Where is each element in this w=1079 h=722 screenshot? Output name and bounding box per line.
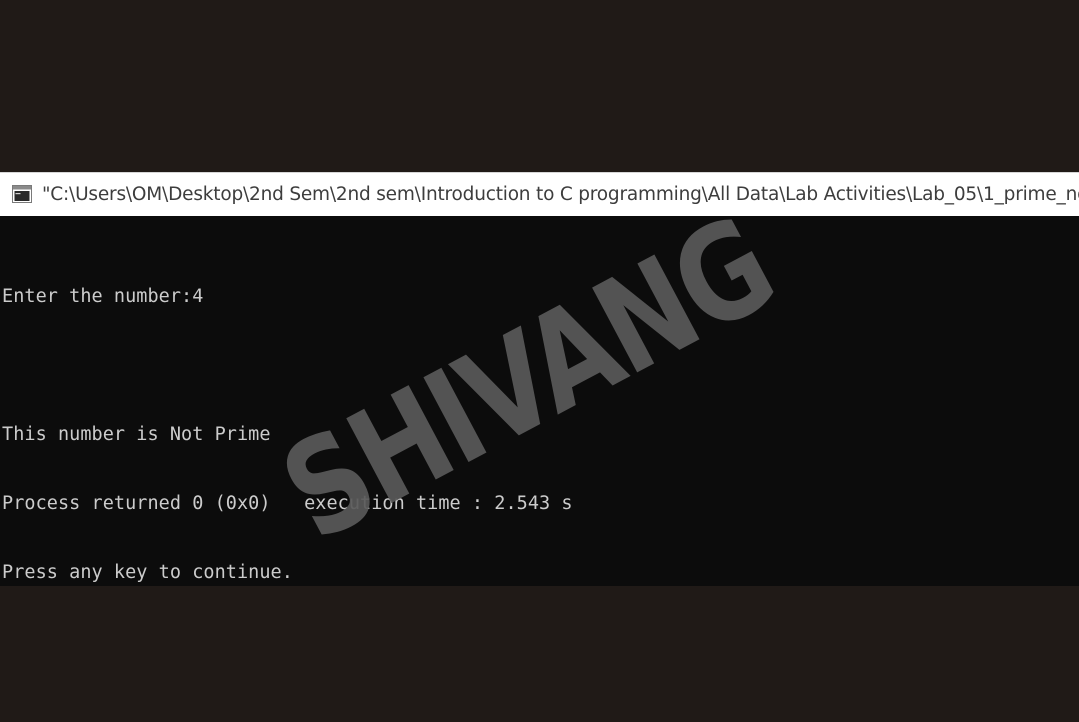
console-line: Enter the number:4 xyxy=(2,286,204,307)
console-output[interactable]: Enter the number:4 This number is Not Pr… xyxy=(2,216,1079,586)
console-line: This number is Not Prime xyxy=(2,424,271,445)
console-window: "C:\Users\OM\Desktop\2nd Sem\2nd sem\Int… xyxy=(0,172,1079,586)
window-title: "C:\Users\OM\Desktop\2nd Sem\2nd sem\Int… xyxy=(42,184,1079,205)
console-line: Process returned 0 (0x0) execution time … xyxy=(2,493,573,514)
console-line: Press any key to continue. xyxy=(2,562,293,583)
console-app-icon xyxy=(12,185,32,203)
window-titlebar[interactable]: "C:\Users\OM\Desktop\2nd Sem\2nd sem\Int… xyxy=(0,172,1079,216)
